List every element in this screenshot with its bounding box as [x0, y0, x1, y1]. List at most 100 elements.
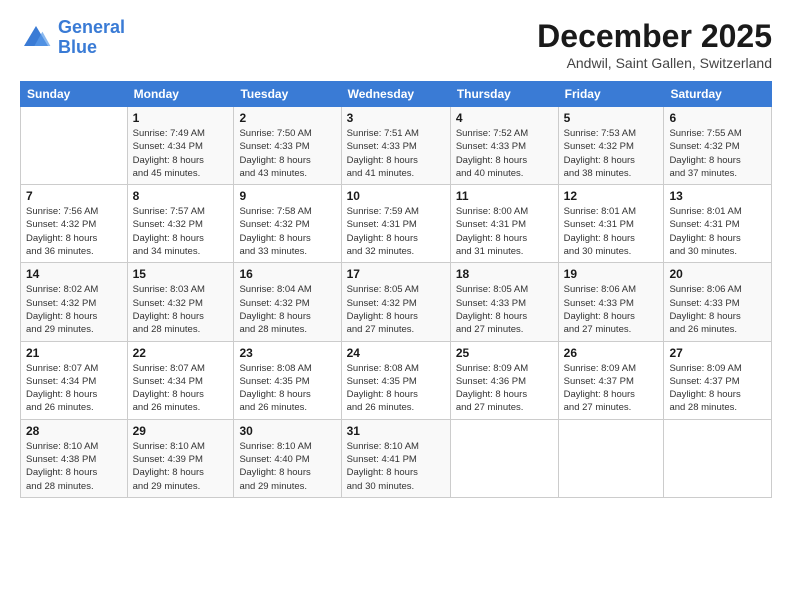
day-number: 5: [564, 111, 659, 125]
calendar: Sunday Monday Tuesday Wednesday Thursday…: [20, 81, 772, 498]
title-block: December 2025 Andwil, Saint Gallen, Swit…: [537, 18, 772, 71]
calendar-cell: [450, 419, 558, 497]
day-info: Sunrise: 7:58 AMSunset: 4:32 PMDaylight:…: [239, 205, 335, 258]
calendar-cell: 9 Sunrise: 7:58 AMSunset: 4:32 PMDaylight…: [234, 185, 341, 263]
calendar-cell: 14Sunrise: 8:02 AMSunset: 4:32 PMDayligh…: [21, 263, 128, 341]
calendar-cell: 5Sunrise: 7:53 AMSunset: 4:32 PMDaylight…: [558, 107, 664, 185]
day-number: 29: [133, 424, 229, 438]
day-number: 8: [133, 189, 229, 203]
day-number: 19: [564, 267, 659, 281]
calendar-cell: 1 Sunrise: 7:49 AMSunset: 4:34 PMDaylight…: [127, 107, 234, 185]
day-info: Sunrise: 7:59 AMSunset: 4:31 PMDaylight:…: [347, 205, 445, 258]
week-row-4: 21 Sunrise: 8:07 AMSunset: 4:34 PMDayligh…: [21, 341, 772, 419]
calendar-cell: 11 Sunrise: 8:00 AMSunset: 4:31 PMDayligh…: [450, 185, 558, 263]
day-number: 9: [239, 189, 335, 203]
day-number: 7: [26, 189, 122, 203]
calendar-cell: 13 Sunrise: 8:01 AMSunset: 4:31 PMDayligh…: [664, 185, 772, 263]
day-number: 28: [26, 424, 122, 438]
calendar-cell: 16Sunrise: 8:04 AMSunset: 4:32 PMDayligh…: [234, 263, 341, 341]
calendar-cell: 28 Sunrise: 8:10 AMSunset: 4:38 PMDayligh…: [21, 419, 128, 497]
day-number: 11: [456, 189, 553, 203]
day-number: 26: [564, 346, 659, 360]
day-info: Sunrise: 8:05 AMSunset: 4:33 PMDaylight:…: [456, 283, 553, 336]
day-info: Sunrise: 7:55 AMSunset: 4:32 PMDaylight:…: [669, 127, 766, 180]
calendar-cell: [558, 419, 664, 497]
logo: General Blue: [20, 18, 125, 58]
day-info: Sunrise: 8:10 AMSunset: 4:38 PMDaylight:…: [26, 440, 122, 493]
day-info: Sunrise: 8:00 AMSunset: 4:31 PMDaylight:…: [456, 205, 553, 258]
calendar-cell: 18 Sunrise: 8:05 AMSunset: 4:33 PMDayligh…: [450, 263, 558, 341]
calendar-cell: 27Sunrise: 8:09 AMSunset: 4:37 PMDayligh…: [664, 341, 772, 419]
day-number: 13: [669, 189, 766, 203]
week-row-3: 14Sunrise: 8:02 AMSunset: 4:32 PMDayligh…: [21, 263, 772, 341]
day-number: 24: [347, 346, 445, 360]
day-info: Sunrise: 7:49 AMSunset: 4:34 PMDaylight:…: [133, 127, 229, 180]
calendar-cell: [664, 419, 772, 497]
day-info: Sunrise: 7:57 AMSunset: 4:32 PMDaylight:…: [133, 205, 229, 258]
day-info: Sunrise: 7:56 AMSunset: 4:32 PMDaylight:…: [26, 205, 122, 258]
calendar-cell: [21, 107, 128, 185]
calendar-cell: 26 Sunrise: 8:09 AMSunset: 4:37 PMDayligh…: [558, 341, 664, 419]
calendar-cell: 12 Sunrise: 8:01 AMSunset: 4:31 PMDayligh…: [558, 185, 664, 263]
location: Andwil, Saint Gallen, Switzerland: [537, 55, 772, 71]
day-number: 15: [133, 267, 229, 281]
week-row-1: 1 Sunrise: 7:49 AMSunset: 4:34 PMDaylight…: [21, 107, 772, 185]
day-number: 23: [239, 346, 335, 360]
day-info: Sunrise: 8:09 AMSunset: 4:37 PMDaylight:…: [564, 362, 659, 415]
week-row-2: 7 Sunrise: 7:56 AMSunset: 4:32 PMDaylight…: [21, 185, 772, 263]
day-info: Sunrise: 8:10 AMSunset: 4:41 PMDaylight:…: [347, 440, 445, 493]
day-number: 22: [133, 346, 229, 360]
calendar-cell: 19 Sunrise: 8:06 AMSunset: 4:33 PMDayligh…: [558, 263, 664, 341]
calendar-cell: 8 Sunrise: 7:57 AMSunset: 4:32 PMDaylight…: [127, 185, 234, 263]
day-info: Sunrise: 8:07 AMSunset: 4:34 PMDaylight:…: [26, 362, 122, 415]
day-number: 18: [456, 267, 553, 281]
day-number: 17: [347, 267, 445, 281]
calendar-body: 1 Sunrise: 7:49 AMSunset: 4:34 PMDaylight…: [21, 107, 772, 498]
day-info: Sunrise: 8:10 AMSunset: 4:39 PMDaylight:…: [133, 440, 229, 493]
day-number: 12: [564, 189, 659, 203]
day-info: Sunrise: 7:51 AMSunset: 4:33 PMDaylight:…: [347, 127, 445, 180]
day-number: 30: [239, 424, 335, 438]
calendar-header-row: Sunday Monday Tuesday Wednesday Thursday…: [21, 82, 772, 107]
day-info: Sunrise: 8:03 AMSunset: 4:32 PMDaylight:…: [133, 283, 229, 336]
calendar-cell: 23Sunrise: 8:08 AMSunset: 4:35 PMDayligh…: [234, 341, 341, 419]
col-sunday: Sunday: [21, 82, 128, 107]
day-number: 3: [347, 111, 445, 125]
day-info: Sunrise: 8:07 AMSunset: 4:34 PMDaylight:…: [133, 362, 229, 415]
calendar-cell: 24Sunrise: 8:08 AMSunset: 4:35 PMDayligh…: [341, 341, 450, 419]
day-info: Sunrise: 7:50 AMSunset: 4:33 PMDaylight:…: [239, 127, 335, 180]
day-number: 21: [26, 346, 122, 360]
calendar-cell: 7 Sunrise: 7:56 AMSunset: 4:32 PMDaylight…: [21, 185, 128, 263]
day-number: 2: [239, 111, 335, 125]
day-info: Sunrise: 8:06 AMSunset: 4:33 PMDaylight:…: [564, 283, 659, 336]
col-friday: Friday: [558, 82, 664, 107]
col-thursday: Thursday: [450, 82, 558, 107]
calendar-cell: 10Sunrise: 7:59 AMSunset: 4:31 PMDayligh…: [341, 185, 450, 263]
page: General Blue December 2025 Andwil, Saint…: [0, 0, 792, 612]
calendar-cell: 15 Sunrise: 8:03 AMSunset: 4:32 PMDayligh…: [127, 263, 234, 341]
day-info: Sunrise: 8:01 AMSunset: 4:31 PMDaylight:…: [669, 205, 766, 258]
day-number: 4: [456, 111, 553, 125]
logo-line2: Blue: [58, 37, 97, 57]
day-number: 25: [456, 346, 553, 360]
col-wednesday: Wednesday: [341, 82, 450, 107]
logo-line1: General: [58, 17, 125, 37]
calendar-cell: 3 Sunrise: 7:51 AMSunset: 4:33 PMDaylight…: [341, 107, 450, 185]
calendar-cell: 22 Sunrise: 8:07 AMSunset: 4:34 PMDayligh…: [127, 341, 234, 419]
calendar-cell: 30Sunrise: 8:10 AMSunset: 4:40 PMDayligh…: [234, 419, 341, 497]
col-saturday: Saturday: [664, 82, 772, 107]
day-info: Sunrise: 8:02 AMSunset: 4:32 PMDaylight:…: [26, 283, 122, 336]
week-row-5: 28 Sunrise: 8:10 AMSunset: 4:38 PMDayligh…: [21, 419, 772, 497]
day-number: 6: [669, 111, 766, 125]
day-number: 1: [133, 111, 229, 125]
calendar-cell: 21 Sunrise: 8:07 AMSunset: 4:34 PMDayligh…: [21, 341, 128, 419]
calendar-cell: 29 Sunrise: 8:10 AMSunset: 4:39 PMDayligh…: [127, 419, 234, 497]
header: General Blue December 2025 Andwil, Saint…: [20, 18, 772, 71]
day-number: 31: [347, 424, 445, 438]
day-info: Sunrise: 8:06 AMSunset: 4:33 PMDaylight:…: [669, 283, 766, 336]
day-info: Sunrise: 7:52 AMSunset: 4:33 PMDaylight:…: [456, 127, 553, 180]
day-info: Sunrise: 8:01 AMSunset: 4:31 PMDaylight:…: [564, 205, 659, 258]
calendar-cell: 4 Sunrise: 7:52 AMSunset: 4:33 PMDaylight…: [450, 107, 558, 185]
col-monday: Monday: [127, 82, 234, 107]
day-number: 20: [669, 267, 766, 281]
